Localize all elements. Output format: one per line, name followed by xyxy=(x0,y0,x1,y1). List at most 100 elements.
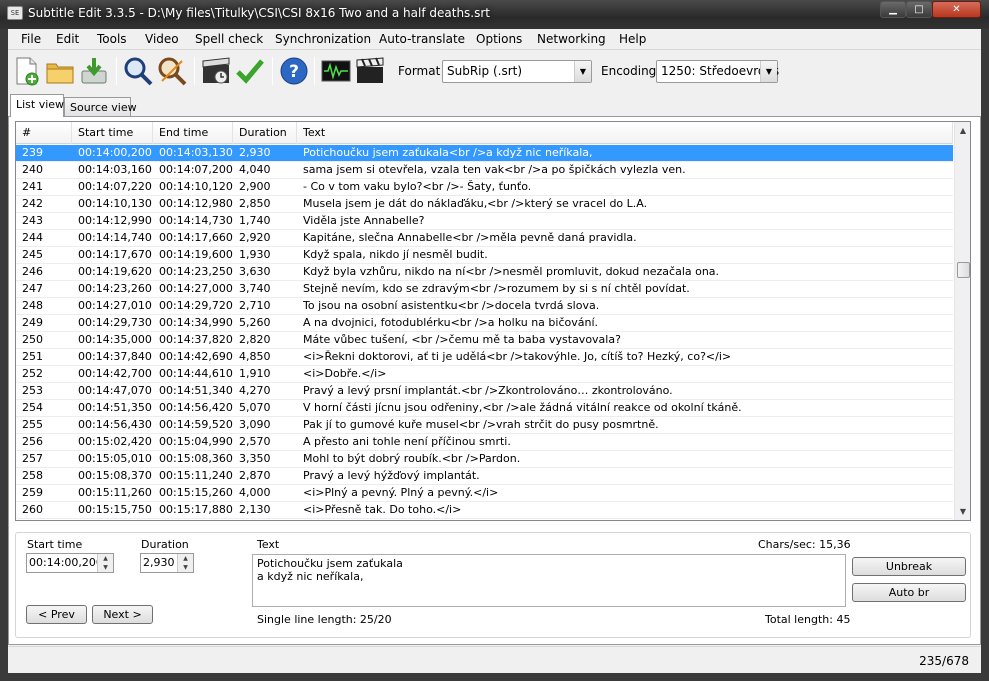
table-row[interactable]: 252 00:14:42,700 00:14:44,610 1,910 <i>Dobře… xyxy=(16,366,953,383)
menu-options[interactable]: Options xyxy=(476,32,522,46)
cell-end-time: 00:14:51,340 xyxy=(159,384,233,397)
menu-synchronization[interactable]: Synchronization xyxy=(275,32,371,46)
status-bar: 235/678 xyxy=(8,646,981,673)
cell-duration: 3,090 xyxy=(239,418,271,431)
table-row[interactable]: 243 00:14:12,990 00:14:14,730 1,740 Viděla j… xyxy=(16,213,953,230)
table-row[interactable]: 242 00:14:10,130 00:14:12,980 2,850 Musela j… xyxy=(16,196,953,213)
video-icon[interactable] xyxy=(354,55,386,87)
cell-end-time: 00:14:56,420 xyxy=(159,401,233,414)
find-icon[interactable] xyxy=(122,55,154,87)
start-time-input[interactable]: 00:14:00,200 ▲ ▼ xyxy=(26,553,114,573)
spin-arrows-icon[interactable]: ▲ ▼ xyxy=(97,554,113,572)
cell-start-time: 00:14:56,430 xyxy=(78,418,152,431)
tab-source-view[interactable]: Source view xyxy=(64,97,137,117)
table-row[interactable]: 239 00:14:00,200 00:14:03,130 2,930 Potichou… xyxy=(16,145,953,162)
cell-text: <i>Řekni doktorovi, ať ti je udělá<br />… xyxy=(303,350,732,363)
column-header-text[interactable]: Text xyxy=(297,122,953,144)
table-row[interactable]: 244 00:14:14,740 00:14:17,660 2,920 Kapitáne… xyxy=(16,230,953,247)
unbreak-button[interactable]: Unbreak xyxy=(852,557,966,576)
spell-check-icon[interactable] xyxy=(234,55,266,87)
table-row[interactable]: 259 00:15:11,260 00:15:15,260 4,000 <i>Plný … xyxy=(16,485,953,502)
cell-end-time: 00:14:34,990 xyxy=(159,316,233,329)
table-row[interactable]: 245 00:14:17,670 00:14:19,600 1,930 Když spa… xyxy=(16,247,953,264)
prev-button[interactable]: < Prev xyxy=(26,605,87,624)
title-bar[interactable]: SE Subtitle Edit 3.3.5 - D:\My files\Tit… xyxy=(0,0,989,29)
subtitle-text-input[interactable]: Potichoučku jsem zaťukala a když nic neř… xyxy=(252,554,846,607)
next-button[interactable]: Next > xyxy=(92,605,153,624)
waveform-icon[interactable] xyxy=(320,55,352,87)
cell-text: Musela jsem je dát do náklaďáku,<br />kt… xyxy=(303,197,648,210)
menu-networking[interactable]: Networking xyxy=(537,32,606,46)
table-row[interactable]: 248 00:14:27,010 00:14:29,720 2,710 To jsou … xyxy=(16,298,953,315)
toolbar: ? Format SubRip (.srt) ▼ Encoding 1250: … xyxy=(8,51,981,92)
column-header-start-time[interactable]: Start time xyxy=(72,122,153,144)
maximize-button[interactable]: □ xyxy=(906,1,932,18)
encoding-select[interactable]: 1250: Středoevrops ▼ xyxy=(656,60,779,83)
cell-end-time: 00:14:12,980 xyxy=(159,197,233,210)
cell-number: 259 xyxy=(22,486,43,499)
cell-number: 242 xyxy=(22,197,43,210)
open-folder-icon[interactable] xyxy=(44,55,76,87)
scroll-up-icon[interactable]: ▲ xyxy=(955,122,970,139)
menu-edit[interactable]: Edit xyxy=(56,32,79,46)
format-select[interactable]: SubRip (.srt) ▼ xyxy=(442,60,592,83)
replace-icon[interactable] xyxy=(156,55,188,87)
minimize-button[interactable]: ▁ xyxy=(880,1,906,18)
window-frame-right xyxy=(981,29,989,681)
cell-number: 257 xyxy=(22,452,43,465)
visual-sync-icon[interactable] xyxy=(200,55,232,87)
cell-number: 249 xyxy=(22,316,43,329)
menu-help[interactable]: Help xyxy=(619,32,646,46)
scrollbar-thumb[interactable] xyxy=(957,262,970,278)
app-icon[interactable]: SE xyxy=(7,6,23,20)
cell-duration: 2,570 xyxy=(239,435,271,448)
cell-end-time: 00:14:37,820 xyxy=(159,333,233,346)
auto-br-button[interactable]: Auto br xyxy=(852,583,966,602)
scroll-down-icon[interactable]: ▼ xyxy=(955,503,970,520)
table-row[interactable]: 247 00:14:23,260 00:14:27,000 3,740 Stejně n… xyxy=(16,281,953,298)
table-row[interactable]: 251 00:14:37,840 00:14:42,690 4,850 <i>Řekni… xyxy=(16,349,953,366)
table-row[interactable]: 240 00:14:03,160 00:14:07,200 4,040 sama jse… xyxy=(16,162,953,179)
menu-auto-translate[interactable]: Auto-translate xyxy=(379,32,465,46)
menu-video[interactable]: Video xyxy=(145,32,179,46)
table-row[interactable]: 260 00:15:15,750 00:15:17,880 2,130 <i>Přesn… xyxy=(16,502,953,519)
subtitle-list[interactable]: # Start time End time Duration Text 239 0… xyxy=(15,121,971,521)
table-row[interactable]: 255 00:14:56,430 00:14:59,520 3,090 Pak jí t… xyxy=(16,417,953,434)
cell-text: To jsou na osobní asistentku<br />docela… xyxy=(303,299,600,312)
spin-arrows-icon[interactable]: ▲ ▼ xyxy=(177,554,193,572)
table-row[interactable]: 257 00:15:05,010 00:15:08,360 3,350 Mohl to … xyxy=(16,451,953,468)
cell-end-time: 00:14:23,250 xyxy=(159,265,233,278)
total-length: Total length: 45 xyxy=(765,613,851,626)
list-scrollbar[interactable]: ▲ ▼ xyxy=(954,122,970,520)
cell-duration: 2,930 xyxy=(239,146,271,159)
tab-list-view[interactable]: List view xyxy=(10,94,64,117)
menu-spell-check[interactable]: Spell check xyxy=(195,32,263,46)
cell-number: 256 xyxy=(22,435,43,448)
text-label: Text xyxy=(257,538,280,551)
column-header-end-time[interactable]: End time xyxy=(153,122,233,144)
chevron-down-icon: ▼ xyxy=(574,61,591,82)
table-row[interactable]: 254 00:14:51,350 00:14:56,420 5,070 V horní … xyxy=(16,400,953,417)
cell-end-time: 00:14:07,200 xyxy=(159,163,233,176)
column-header-duration[interactable]: Duration xyxy=(233,122,297,144)
cell-end-time: 00:14:17,660 xyxy=(159,231,233,244)
cell-duration: 2,870 xyxy=(239,469,271,482)
table-row[interactable]: 246 00:14:19,620 00:14:23,250 3,630 Když byl… xyxy=(16,264,953,281)
menu-file[interactable]: File xyxy=(21,32,41,46)
save-icon[interactable] xyxy=(78,55,110,87)
column-header-number[interactable]: # xyxy=(16,122,72,144)
cell-number: 248 xyxy=(22,299,43,312)
table-row[interactable]: 250 00:14:35,000 00:14:37,820 2,820 Máte vůb… xyxy=(16,332,953,349)
new-file-icon[interactable] xyxy=(10,55,42,87)
duration-input[interactable]: 2,930 ▲ ▼ xyxy=(140,553,194,573)
help-icon[interactable]: ? xyxy=(278,55,310,87)
menu-tools[interactable]: Tools xyxy=(97,32,127,46)
table-row[interactable]: 249 00:14:29,730 00:14:34,990 5,260 A na dvo… xyxy=(16,315,953,332)
table-row[interactable]: 256 00:15:02,420 00:15:04,990 2,570 A přesto… xyxy=(16,434,953,451)
cell-number: 239 xyxy=(22,146,43,159)
cell-end-time: 00:14:27,000 xyxy=(159,282,233,295)
table-row[interactable]: 253 00:14:47,070 00:14:51,340 4,270 Pravý a … xyxy=(16,383,953,400)
close-button[interactable]: ✕ xyxy=(932,1,981,18)
table-row[interactable]: 258 00:15:08,370 00:15:11,240 2,870 Pravý a … xyxy=(16,468,953,485)
table-row[interactable]: 241 00:14:07,220 00:14:10,120 2,900 - Co v t… xyxy=(16,179,953,196)
